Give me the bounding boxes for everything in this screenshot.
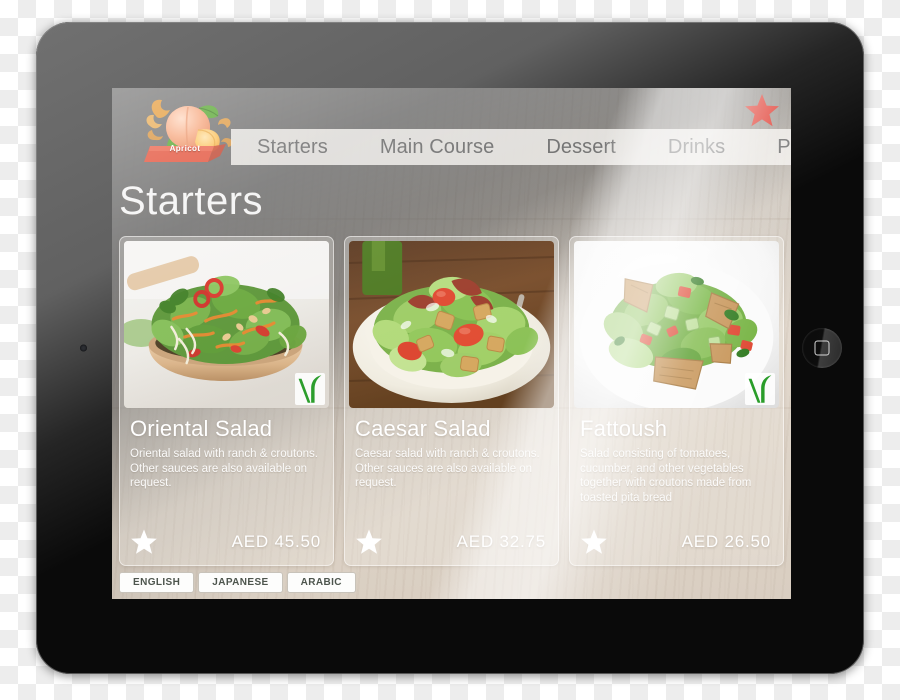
tablet-screen: Apricot Starters Main Course Dessert Dri… <box>112 88 791 599</box>
page-root: Apricot Starters Main Course Dessert Dri… <box>0 0 900 700</box>
fattoush-photo <box>574 241 779 408</box>
front-camera-icon <box>80 344 87 352</box>
menu-card-fattoush[interactable]: Fattoush Salad consisting of tomatoes, c… <box>569 236 784 566</box>
menu-item-price: AED 26.50 <box>681 532 771 551</box>
language-button-arabic[interactable]: ARABIC <box>286 572 356 593</box>
vegetarian-badge <box>745 373 775 405</box>
promotions-star-icon[interactable] <box>743 92 781 130</box>
language-button-english[interactable]: ENGLISH <box>119 572 195 593</box>
menu-item-description: Caesar salad with ranch & croutons. Othe… <box>355 448 540 489</box>
tab-starters[interactable]: Starters <box>231 136 354 159</box>
menu-item-description: Salad consisting of tomatoes, cucumber, … <box>580 448 752 504</box>
caesar-salad-photo <box>349 241 554 408</box>
apricot-logo[interactable]: Apricot <box>142 94 242 170</box>
menu-card-caesar-salad[interactable]: Caesar Salad Caesar salad with ranch & c… <box>344 236 559 566</box>
favorite-star-icon[interactable] <box>580 528 608 556</box>
caesar-salad-image <box>349 241 554 408</box>
favorite-star-icon[interactable] <box>355 528 383 556</box>
tab-dessert[interactable]: Dessert <box>520 136 642 159</box>
app-header: Apricot Starters Main Course Dessert Dri… <box>112 88 791 174</box>
apricot-fruit-icon <box>144 99 233 162</box>
language-selector[interactable]: ENGLISH JAPANESE ARABIC <box>119 572 356 593</box>
language-button-japanese[interactable]: JAPANESE <box>198 572 283 593</box>
tablet-device: Apricot Starters Main Course Dessert Dri… <box>36 22 864 674</box>
tab-drinks[interactable]: Drinks <box>642 136 751 159</box>
menu-card-grid: Oriental Salad Oriental salad with ranch… <box>119 236 784 566</box>
menu-card-footer: AED 32.75 <box>345 519 558 565</box>
menu-item-price: AED 45.50 <box>231 532 321 551</box>
home-button[interactable] <box>802 328 842 368</box>
favorite-star-icon[interactable] <box>130 528 158 556</box>
oriental-salad-photo <box>124 241 329 408</box>
menu-item-title: Fattoush <box>580 416 668 441</box>
vegetarian-v-icon <box>748 375 772 403</box>
logo-wordmark: Apricot <box>169 144 201 153</box>
menu-item-title: Oriental Salad <box>130 416 273 441</box>
menu-item-price: AED 32.75 <box>456 532 546 551</box>
menu-card-oriental-salad[interactable]: Oriental Salad Oriental salad with ranch… <box>119 236 334 566</box>
menu-item-description: Oriental salad with ranch & croutons. Ot… <box>130 448 318 489</box>
vegetarian-badge <box>295 373 325 405</box>
tab-main-course[interactable]: Main Course <box>354 136 520 159</box>
menu-card-footer: AED 45.50 <box>120 519 333 565</box>
vegetarian-v-icon <box>298 375 322 403</box>
tab-promotions[interactable]: Promoti <box>751 136 791 159</box>
menu-item-title: Caesar Salad <box>355 416 491 441</box>
menu-card-footer: AED 26.50 <box>570 519 783 565</box>
page-title: Starters <box>119 179 264 223</box>
home-button-square-icon <box>814 340 830 356</box>
star-shape <box>745 94 779 127</box>
category-navbar[interactable]: Starters Main Course Dessert Drinks Prom… <box>231 129 791 165</box>
